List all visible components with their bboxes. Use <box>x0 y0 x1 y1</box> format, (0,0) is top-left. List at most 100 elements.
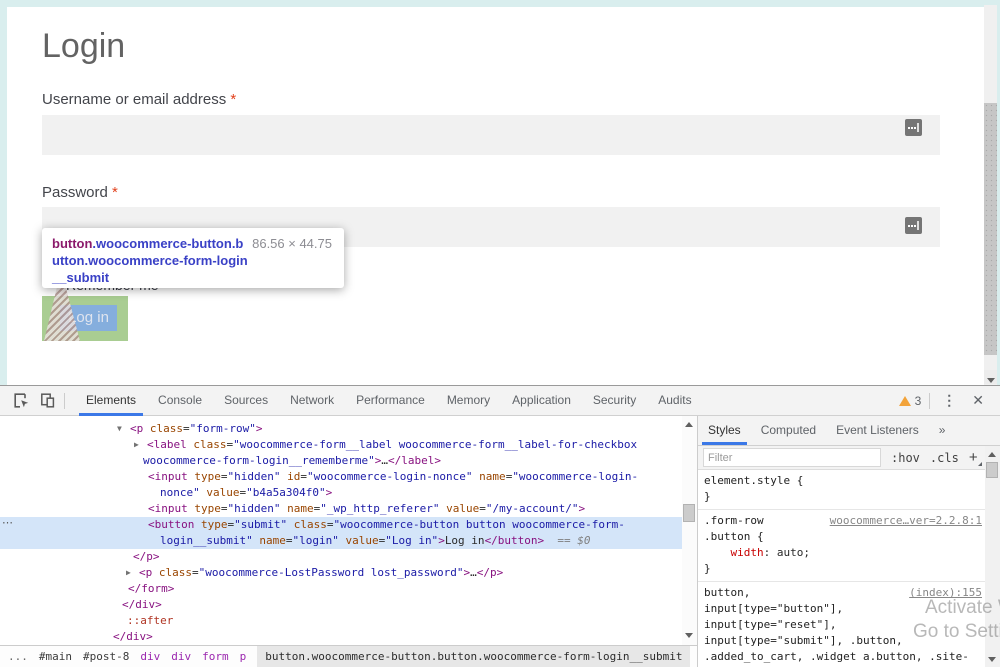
code-token: "woocommerce-LostPassword lost_password" <box>199 566 464 579</box>
code-token: <p <box>130 422 143 435</box>
devtools-menu-icon[interactable]: ⋮ <box>934 392 964 409</box>
sidebar-tab-event-listeners[interactable]: Event Listeners <box>826 416 929 445</box>
tab-memory[interactable]: Memory <box>436 386 501 416</box>
sidebar-tabs-more[interactable]: » <box>929 416 956 445</box>
browser-scrollbar-down-button[interactable] <box>984 370 997 384</box>
code-token: </div> <box>122 598 162 611</box>
dom-tree-line[interactable]: woocommerce-form-login__rememberme">…</l… <box>0 453 682 469</box>
breadcrumb-item[interactable]: button.woocommerce-button.button.woocomm… <box>257 646 690 667</box>
tab-elements[interactable]: Elements <box>75 386 147 416</box>
code-token: <input <box>148 470 188 483</box>
css-rule-line: width: auto; <box>704 545 981 561</box>
stylesheet-link[interactable]: woocommerce…ver=2.2.8:1 <box>830 514 982 527</box>
devtools-toolbar: ElementsConsoleSourcesNetworkPerformance… <box>0 386 1000 416</box>
tab-security[interactable]: Security <box>582 386 647 416</box>
device-toolbar-icon[interactable] <box>34 388 60 414</box>
hov-toggle[interactable]: :hov <box>891 451 920 465</box>
new-style-rule-button[interactable]: + <box>969 449 978 466</box>
breadcrumb-item[interactable]: #post-8 <box>83 650 129 663</box>
warning-badge[interactable]: 3 <box>899 394 922 408</box>
browser-scrollbar-thumb[interactable] <box>984 103 997 355</box>
code-token: </form> <box>128 582 174 595</box>
code-token: "hidden" <box>228 502 281 515</box>
breadcrumb-item[interactable]: div <box>140 650 160 663</box>
code-token: button, <box>704 586 750 599</box>
tab-network[interactable]: Network <box>279 386 345 416</box>
breadcrumb-item[interactable]: #main <box>39 650 72 663</box>
breadcrumb-item[interactable]: div <box>171 650 191 663</box>
dom-tree-line[interactable]: <input type="hidden" name="_wp_http_refe… <box>0 501 682 517</box>
dom-tree-line[interactable]: <input type="hidden" id="woocommerce-log… <box>0 469 682 485</box>
code-token: </div> <box>113 630 153 643</box>
code-token: class <box>152 566 192 579</box>
sidebar-tab-styles[interactable]: Styles <box>698 416 751 445</box>
devtools-close-icon[interactable]: ✕ <box>964 392 992 409</box>
arrow-down-icon[interactable] <box>685 633 693 638</box>
sidebar-tab-computed[interactable]: Computed <box>751 416 826 445</box>
dom-tree-line[interactable]: ▶<p class="woocommerce-LostPassword lost… <box>0 565 682 581</box>
dom-line-gutter-ellipsis[interactable]: ⋯ <box>2 516 12 529</box>
code-token: = <box>300 470 307 483</box>
code-token: .added_to_cart, .widget a.button, .site- <box>704 650 969 663</box>
dom-tree-line[interactable]: ::after <box>0 613 682 629</box>
css-rule[interactable]: woocommerce…ver=2.2.8:1.form-row.button … <box>698 510 985 582</box>
code-token: Log in <box>445 534 485 547</box>
warning-icon <box>899 396 911 406</box>
dom-tree-line[interactable]: </div> <box>0 597 682 613</box>
styles-filter-input[interactable] <box>703 448 881 467</box>
ime-input-icon[interactable] <box>905 119 922 136</box>
code-token: input[type="submit"], .button, <box>704 634 903 647</box>
dom-tree-line[interactable]: nonce" value="b4a5a304f0"> <box>0 485 682 501</box>
dom-tree-line[interactable]: </p> <box>0 549 682 565</box>
cls-toggle[interactable]: .cls <box>930 451 959 465</box>
element-dimensions: 86.56 × 44.75 <box>252 236 332 251</box>
dom-tree-line[interactable]: <button type="submit" class="woocommerce… <box>0 517 682 533</box>
ime-input-icon[interactable] <box>905 217 922 234</box>
code-token: name <box>280 502 313 515</box>
inspect-element-icon[interactable] <box>8 388 34 414</box>
dom-tree-line[interactable]: login__submit" name="login" value="Log i… <box>0 533 682 549</box>
code-token: input[type="reset"], <box>704 618 836 631</box>
code-token: = <box>183 422 190 435</box>
browser-page: Login Username or email address * Passwo… <box>0 0 1000 385</box>
code-token: value <box>200 486 240 499</box>
collapsed-arrow-icon[interactable]: ▶ <box>126 565 139 581</box>
code-token: "submit" <box>234 518 287 531</box>
tooltip-selector-line3: __submit <box>52 269 334 286</box>
code-token: "hidden" <box>228 470 281 483</box>
expand-arrow-icon[interactable]: ▼ <box>117 421 130 437</box>
elements-scrollbar-thumb[interactable] <box>683 504 695 522</box>
elements-scrollbar[interactable] <box>682 416 697 646</box>
dom-tree-line[interactable]: </form> <box>0 581 682 597</box>
breadcrumb-item[interactable]: p <box>240 650 247 663</box>
code-token: "_wp_http_referer" <box>320 502 439 515</box>
tab-performance[interactable]: Performance <box>345 386 436 416</box>
code-token: </p> <box>477 566 504 579</box>
styles-scrollbar-thumb[interactable] <box>986 462 998 478</box>
code-token: == $0 <box>557 534 590 547</box>
css-rule[interactable]: element.style {} <box>698 470 985 510</box>
breadcrumb-overflow[interactable]: ... <box>8 650 28 663</box>
tab-audits[interactable]: Audits <box>647 386 702 416</box>
sidebar-tabs: StylesComputedEvent Listeners» <box>698 416 1000 446</box>
dom-tree-line[interactable]: ▼<p class="form-row"> <box>0 421 682 437</box>
code-token: "Log in" <box>385 534 438 547</box>
collapsed-arrow-icon[interactable]: ▶ <box>134 437 147 453</box>
dom-tree: ▼<p class="form-row">▶<label class="wooc… <box>0 416 682 646</box>
breadcrumb-item[interactable]: form <box>202 650 229 663</box>
code-token: "woocommerce-login- <box>512 470 638 483</box>
windows-activation-watermark: Activate Wi Go to Setti <box>913 596 1000 644</box>
dom-tree-line[interactable]: ▶<label class="woocommerce-form__label w… <box>0 437 682 453</box>
browser-scrollbar[interactable] <box>984 5 997 385</box>
username-input[interactable] <box>42 115 940 155</box>
code-token: "woocommerce-login-nonce" <box>307 470 473 483</box>
arrow-down-icon[interactable] <box>988 657 996 662</box>
arrow-up-icon[interactable] <box>685 422 693 427</box>
tab-application[interactable]: Application <box>501 386 582 416</box>
arrow-up-icon[interactable] <box>988 452 996 457</box>
tab-sources[interactable]: Sources <box>213 386 279 416</box>
tab-console[interactable]: Console <box>147 386 213 416</box>
dom-tree-line[interactable]: </div> <box>0 629 682 645</box>
tooltip-selector-line2: utton.woocommerce-form-login <box>52 252 334 269</box>
code-token: > <box>579 502 586 515</box>
